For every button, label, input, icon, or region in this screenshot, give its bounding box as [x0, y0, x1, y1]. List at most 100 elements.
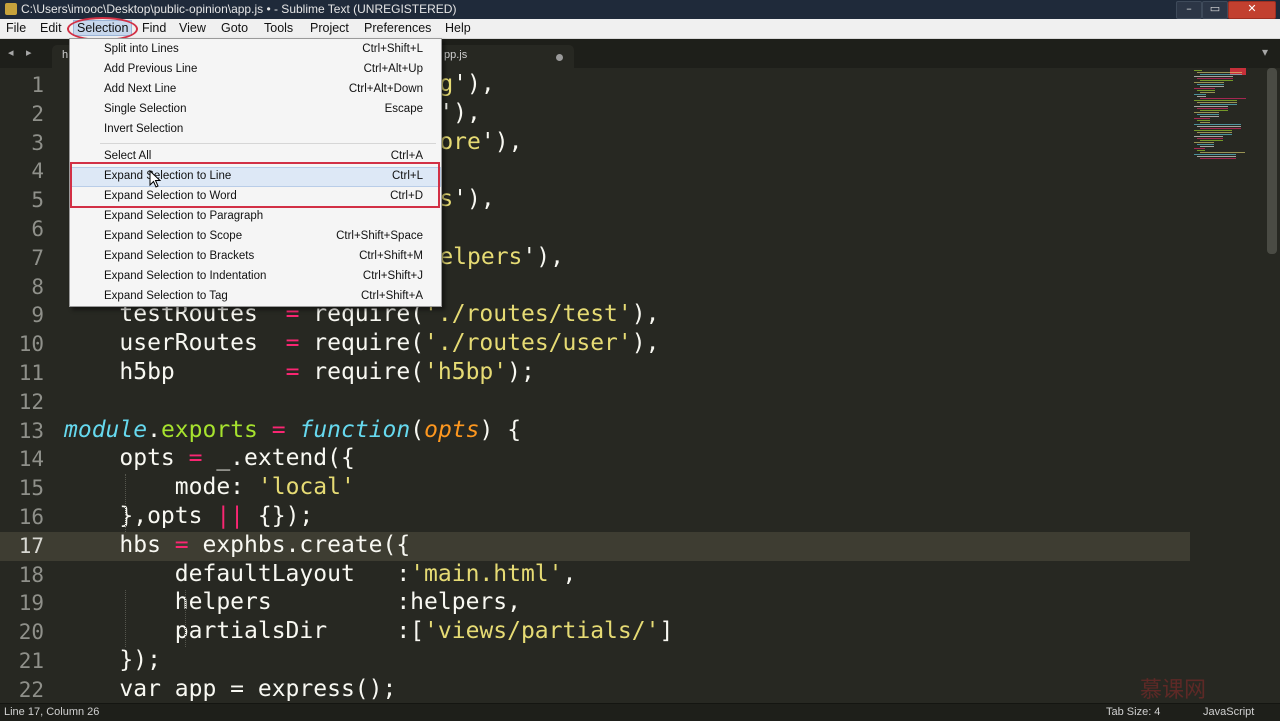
line-number: 4 — [31, 159, 44, 184]
sublime-app-icon — [5, 3, 17, 15]
minimap-line — [1200, 134, 1232, 135]
code-token: './routes/test' — [424, 301, 632, 328]
menu-edit[interactable]: Edit — [40, 21, 62, 35]
minimize-button[interactable]: – — [1176, 1, 1202, 19]
menu-item-label: Invert Selection — [104, 123, 184, 135]
menu-item-add-previous-line[interactable]: Add Previous Line Ctrl+Alt+Up — [70, 60, 441, 80]
code-line[interactable]: 16 },opts || {}); — [0, 503, 1190, 532]
indent-guide — [125, 589, 126, 647]
menu-item-shortcut: Ctrl+Alt+Down — [348, 83, 423, 95]
code-token: },opts — [64, 503, 217, 529]
minimap-line — [1194, 112, 1219, 113]
code-line[interactable]: 18 defaultLayout :'main.html', — [0, 561, 1190, 590]
line-number: 2 — [31, 101, 44, 126]
menu-goto[interactable]: Goto — [221, 21, 248, 35]
minimap-line — [1197, 132, 1232, 133]
line-number: 1 — [31, 73, 44, 97]
code-token: helpers :helpers, — [64, 589, 521, 616]
menu-item-add-next-line[interactable]: Add Next Line Ctrl+Alt+Down — [70, 80, 441, 100]
code-token: hbs — [64, 531, 175, 558]
code-token: '), — [439, 99, 481, 126]
minimap[interactable] — [1190, 68, 1260, 168]
minimap-line — [1200, 152, 1245, 153]
line-number: 14 — [18, 447, 44, 472]
line-number: 9 — [31, 303, 44, 328]
tab-prev-icon[interactable]: ◂ — [8, 46, 14, 59]
minimap-line — [1194, 124, 1241, 125]
minimap-line — [1197, 138, 1223, 139]
line-number: 16 — [18, 505, 44, 529]
code-line[interactable]: 13 module.exports = function(opts) { — [0, 417, 1190, 446]
code-text: userRoutes = require('./routes/user'), — [64, 330, 659, 356]
tab-size[interactable]: Tab Size: 4 — [1106, 706, 1160, 718]
window-title: C:\Users\imooc\Desktop\public-opinion\ap… — [21, 2, 457, 16]
minimap-line — [1200, 80, 1233, 81]
code-token: exports — [160, 416, 258, 443]
menu-item-expand-selection-to-tag[interactable]: Expand Selection to Tag Ctrl+Shift+A — [70, 287, 441, 307]
vertical-scrollbar[interactable] — [1267, 68, 1277, 254]
menu-help[interactable]: Help — [445, 21, 471, 35]
unsaved-dot-icon[interactable] — [556, 54, 563, 61]
watermark-logo: 慕课网 — [1140, 678, 1207, 703]
line-number: 3 — [31, 130, 44, 155]
minimap-line — [1194, 130, 1232, 131]
menu-item-expand-selection-to-paragraph[interactable]: Expand Selection to Paragraph — [70, 207, 441, 227]
code-line[interactable]: 10 userRoutes = require('./routes/user')… — [0, 330, 1190, 359]
cursor-position: Line 17, Column 26 — [4, 706, 100, 718]
code-token: defaultLayout : — [64, 560, 411, 587]
code-line[interactable]: 15 mode: 'local' — [0, 474, 1190, 503]
line-number: 11 — [18, 361, 44, 385]
line-number: 15 — [18, 476, 44, 501]
menu-tools[interactable]: Tools — [264, 21, 293, 35]
menu-item-expand-selection-to-brackets[interactable]: Expand Selection to Brackets Ctrl+Shift+M — [70, 247, 441, 267]
menu-item-shortcut: Ctrl+Shift+J — [362, 270, 423, 282]
menu-project[interactable]: Project — [310, 21, 349, 35]
code-line[interactable]: 17 hbs = exphbs.create({ — [0, 531, 1190, 561]
menu-item-invert-selection[interactable]: Invert Selection — [70, 120, 441, 140]
minimap-line — [1194, 76, 1233, 77]
code-line[interactable]: 11 h5bp = require('h5bp'); — [0, 359, 1190, 388]
tab-overflow-icon[interactable]: ▾ — [1262, 45, 1268, 59]
code-line[interactable]: 21 }); — [0, 647, 1190, 676]
minimap-line — [1197, 150, 1205, 151]
code-text: partialsDir :['views/partials/'] — [64, 618, 674, 644]
code-token: ) { — [479, 416, 522, 443]
tab-label-fragment: h — [62, 49, 69, 61]
code-text: hbs = exphbs.create({ — [64, 532, 410, 558]
code-line[interactable]: 14 opts = _.extend({ — [0, 445, 1190, 474]
menu-item-split-into-lines[interactable]: Split into Lines Ctrl+Shift+L — [70, 40, 441, 60]
code-line[interactable]: 12 — [0, 388, 1190, 417]
minimap-line — [1197, 90, 1215, 91]
code-token: 'local' — [257, 474, 355, 501]
menu-item-single-selection[interactable]: Single Selection Escape — [70, 100, 441, 120]
minimap-line — [1194, 106, 1228, 107]
close-button[interactable]: ✕ — [1228, 1, 1276, 19]
minimap-line — [1197, 72, 1242, 73]
code-token: ( — [410, 416, 425, 443]
indent-guide — [185, 589, 186, 647]
menu-preferences[interactable]: Preferences — [364, 21, 431, 35]
syntax-mode[interactable]: JavaScript — [1203, 706, 1254, 718]
line-number: 17 — [18, 533, 44, 558]
code-token: _.extend({ — [202, 445, 355, 472]
code-token: = — [271, 416, 286, 443]
menu-view[interactable]: View — [179, 21, 206, 35]
code-token: . — [147, 416, 161, 443]
menu-file[interactable]: File — [6, 21, 26, 35]
tab-next-icon[interactable]: ▸ — [26, 46, 32, 59]
menu-item-expand-selection-to-indentation[interactable]: Expand Selection to Indentation Ctrl+Shif… — [70, 267, 441, 287]
maximize-button[interactable]: ▭ — [1202, 1, 1228, 19]
menu-find[interactable]: Find — [142, 21, 166, 35]
code-token: opts — [424, 416, 480, 443]
code-line[interactable]: 20 partialsDir :['views/partials/'] — [0, 618, 1190, 647]
menu-item-label: Expand Selection to Scope — [104, 230, 243, 242]
menu-item-expand-selection-to-scope[interactable]: Expand Selection to Scope Ctrl+Shift+Spac… — [70, 227, 441, 247]
code-token: mode: — [64, 474, 258, 501]
menu-item-label: Expand Selection to Paragraph — [104, 210, 264, 222]
minimap-line — [1194, 148, 1205, 149]
code-line[interactable]: 22 var app = express(); — [0, 676, 1190, 703]
minimap-line — [1194, 82, 1224, 83]
code-line[interactable]: 19 helpers :helpers, — [0, 589, 1190, 618]
